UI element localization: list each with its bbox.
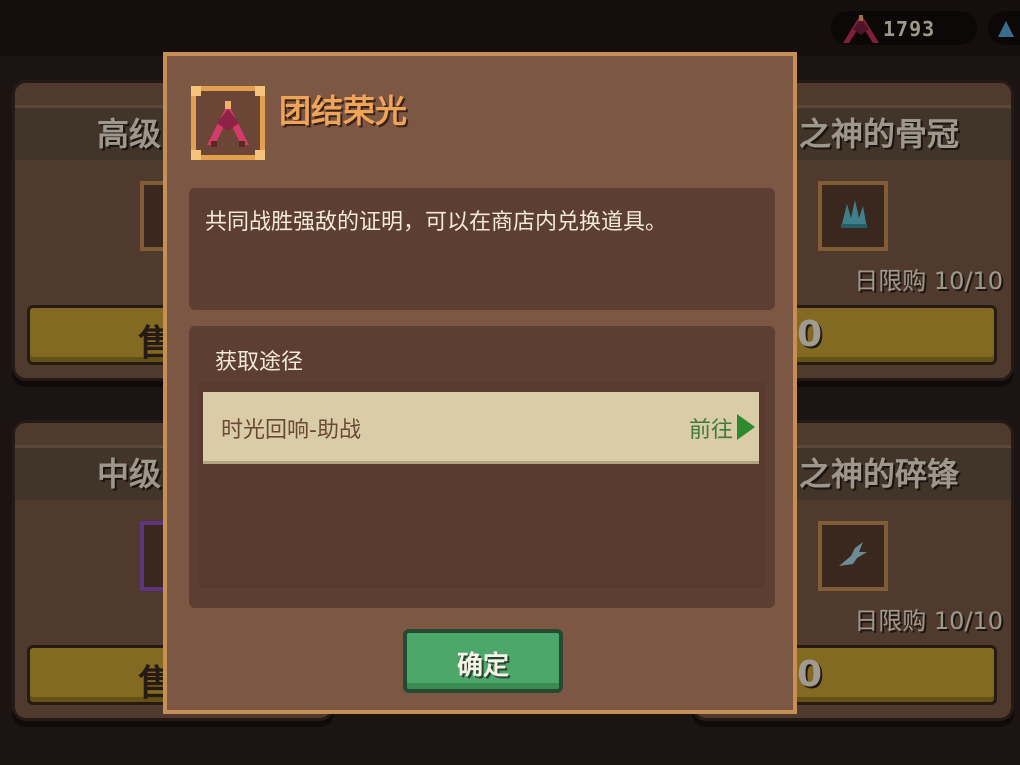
source-panel: 获取途径 时光回响-助战 前往 xyxy=(189,326,775,608)
play-arrow-icon[interactable] xyxy=(737,414,755,440)
go-link[interactable]: 前往 xyxy=(689,412,733,444)
source-label: 时光回响-助战 xyxy=(221,418,361,443)
description-panel: 共同战胜强敌的证明，可以在商店内兑换道具。 xyxy=(189,188,775,310)
source-title: 获取途径 xyxy=(215,350,304,375)
item-info-dialog: 团结荣光 共同战胜强敌的证明，可以在商店内兑换道具。 获取途径 时光回响-助战 … xyxy=(163,52,797,714)
source-row[interactable]: 时光回响-助战 前往 xyxy=(203,392,759,464)
item-icon-frame xyxy=(191,86,265,160)
item-description: 共同战胜强敌的证明，可以在商店内兑换道具。 xyxy=(205,210,668,235)
crossed-flags-icon xyxy=(201,97,255,155)
dialog-title: 团结荣光 xyxy=(279,92,408,130)
confirm-label: 确定 xyxy=(456,651,509,681)
confirm-button[interactable]: 确定 xyxy=(403,629,563,693)
